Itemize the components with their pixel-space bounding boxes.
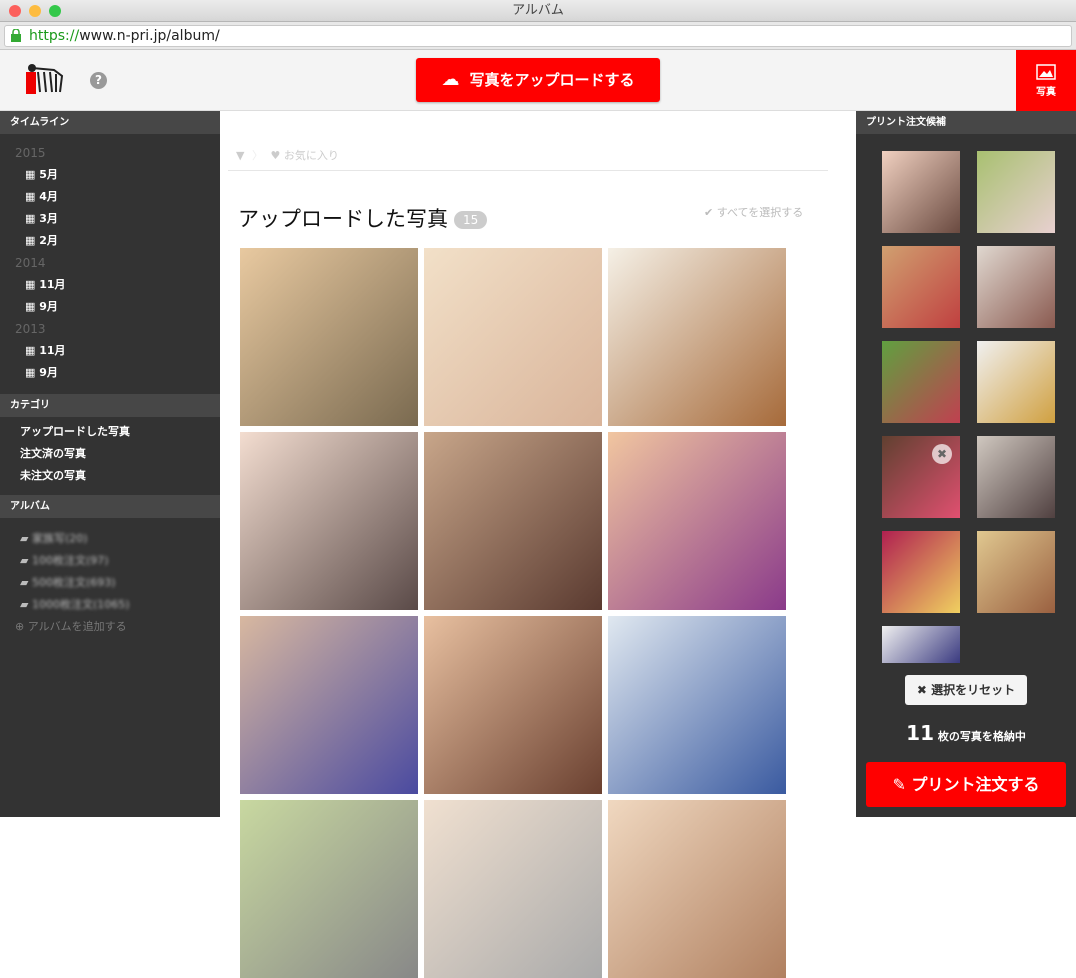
upload-photos-button[interactable]: ☁ 写真をアップロードする [416,58,660,102]
photo-tile[interactable] [608,248,786,426]
zebra-logo[interactable] [24,62,66,96]
help-icon[interactable]: ? [90,72,107,89]
print-thumbnail[interactable]: ✖ [882,436,960,518]
window-titlebar: アルバム [0,0,1076,22]
cloud-upload-icon: ☁ [441,69,460,90]
photo-tile[interactable] [240,616,418,794]
category-header: カテゴリ [0,394,220,417]
album-item[interactable]: ▰ 500枚注文(693) [0,572,220,594]
filter-bar: ▼ 〉 ♥ お気に入り [228,141,828,171]
close-window-button[interactable] [9,5,21,17]
print-thumbnail[interactable] [977,151,1055,233]
album-item[interactable]: ▰ 100枚注文(97) [0,550,220,572]
calendar-icon: ▦ [25,212,40,225]
print-thumbnail[interactable] [977,436,1055,518]
calendar-icon: ▦ [25,300,40,313]
print-thumbnail[interactable] [882,341,960,423]
month-item[interactable]: ▦ 4月 [0,186,220,208]
album-icon: ▰ [20,598,32,611]
app-header: ? ☁ 写真をアップロードする 写真 [0,50,1076,117]
zoom-window-button[interactable] [49,5,61,17]
album-icon: ▰ [20,532,32,545]
print-order-button[interactable]: ✎ プリント注文する [866,762,1066,807]
photo-tile[interactable] [424,800,602,978]
photo-tile[interactable] [424,432,602,610]
month-item[interactable]: ▦ 9月 [0,296,220,318]
month-item[interactable]: ▦ 2月 [0,230,220,252]
month-item[interactable]: ▦ 5月 [0,164,220,186]
album-item[interactable]: ▰ 1000枚注文(1065) [0,594,220,616]
print-thumbnail[interactable] [882,626,960,663]
calendar-icon: ▦ [25,234,40,247]
print-thumbnail[interactable] [882,151,960,233]
stored-count: 11 枚の写真を格納中 [906,721,1026,745]
category-uploaded[interactable]: アップロードした写真 [0,421,220,443]
month-item[interactable]: ▦ 11月 [0,274,220,296]
page-title: アップロードした写真 15 [238,203,488,233]
address-bar: https://www.n-pri.jp/album/ [0,22,1076,50]
year-label: 2013 [15,322,46,336]
main-content: ▼ 〉 ♥ お気に入り アップロードした写真 15 ✔ すべてを選択する [220,111,856,978]
calendar-icon: ▦ [25,190,40,203]
category-ordered[interactable]: 注文済の写真 [0,443,220,465]
print-thumbnail[interactable] [882,531,960,613]
print-thumbnail[interactable] [977,531,1055,613]
calendar-icon: ▦ [25,278,40,291]
check-circle-icon: ✔ [704,206,717,219]
window-title: アルバム [512,3,564,18]
year-label: 2014 [15,256,46,270]
calendar-icon: ▦ [25,366,40,379]
timeline-header: タイムライン [0,111,220,134]
photo-tab[interactable]: 写真 [1016,50,1076,117]
filter-icon[interactable]: ▼ [236,149,244,162]
left-sidebar: タイムライン 2015 ▦ 5月 ▦ 4月 ▦ 3月 ▦ 2月 2014 ▦ 1… [0,111,220,817]
photo-tile[interactable] [240,432,418,610]
lock-icon [11,29,21,42]
month-item[interactable]: ▦ 11月 [0,340,220,362]
timeline-list[interactable]: 2015 ▦ 5月 ▦ 4月 ▦ 3月 ▦ 2月 2014 ▦ 11月 ▦ 9月… [0,134,220,394]
magic-wand-icon: ✎ [892,775,912,794]
print-candidates-header: プリント注文候補 [856,111,1076,134]
plus-circle-icon: ⊕ [15,620,28,633]
print-thumbnail[interactable] [977,246,1055,328]
photo-tile[interactable] [240,800,418,978]
calendar-icon: ▦ [25,168,40,181]
album-item[interactable]: ▰ 家族写(20) [0,528,220,550]
close-icon: ✖ [916,683,932,697]
photo-tile[interactable] [608,616,786,794]
calendar-icon: ▦ [25,344,40,357]
year-label: 2015 [15,146,46,160]
remove-thumbnail-icon[interactable]: ✖ [932,444,952,464]
album-icon: ▰ [20,554,32,567]
minimize-window-button[interactable] [29,5,41,17]
album-icon: ▰ [20,576,32,589]
photo-tile[interactable] [424,616,602,794]
photo-tile[interactable] [608,432,786,610]
heart-icon: ♥ [270,149,284,162]
print-candidates-panel: プリント注文候補 ✖ ✖ 選択をリセット 11 枚の写真を格納中 ✎ プリント注… [856,111,1076,817]
album-header: アルバム [0,495,220,518]
photo-tile[interactable] [424,248,602,426]
select-all-button[interactable]: ✔ すべてを選択する [704,204,803,220]
reset-selection-button[interactable]: ✖ 選択をリセット [905,675,1027,705]
print-thumbnail[interactable] [882,246,960,328]
photo-count-badge: 15 [454,211,488,229]
month-item[interactable]: ▦ 9月 [0,362,220,384]
add-album-button[interactable]: ⊕ アルバムを追加する [0,616,220,638]
image-icon [1036,64,1056,80]
print-thumbnail[interactable] [977,341,1055,423]
favorites-filter[interactable]: ♥ お気に入り [270,149,338,162]
month-item[interactable]: ▦ 3月 [0,208,220,230]
photo-tile[interactable] [608,800,786,978]
category-unordered[interactable]: 未注文の写真 [0,465,220,487]
url-input[interactable]: https://www.n-pri.jp/album/ [4,25,1072,47]
photo-tile[interactable] [240,248,418,426]
